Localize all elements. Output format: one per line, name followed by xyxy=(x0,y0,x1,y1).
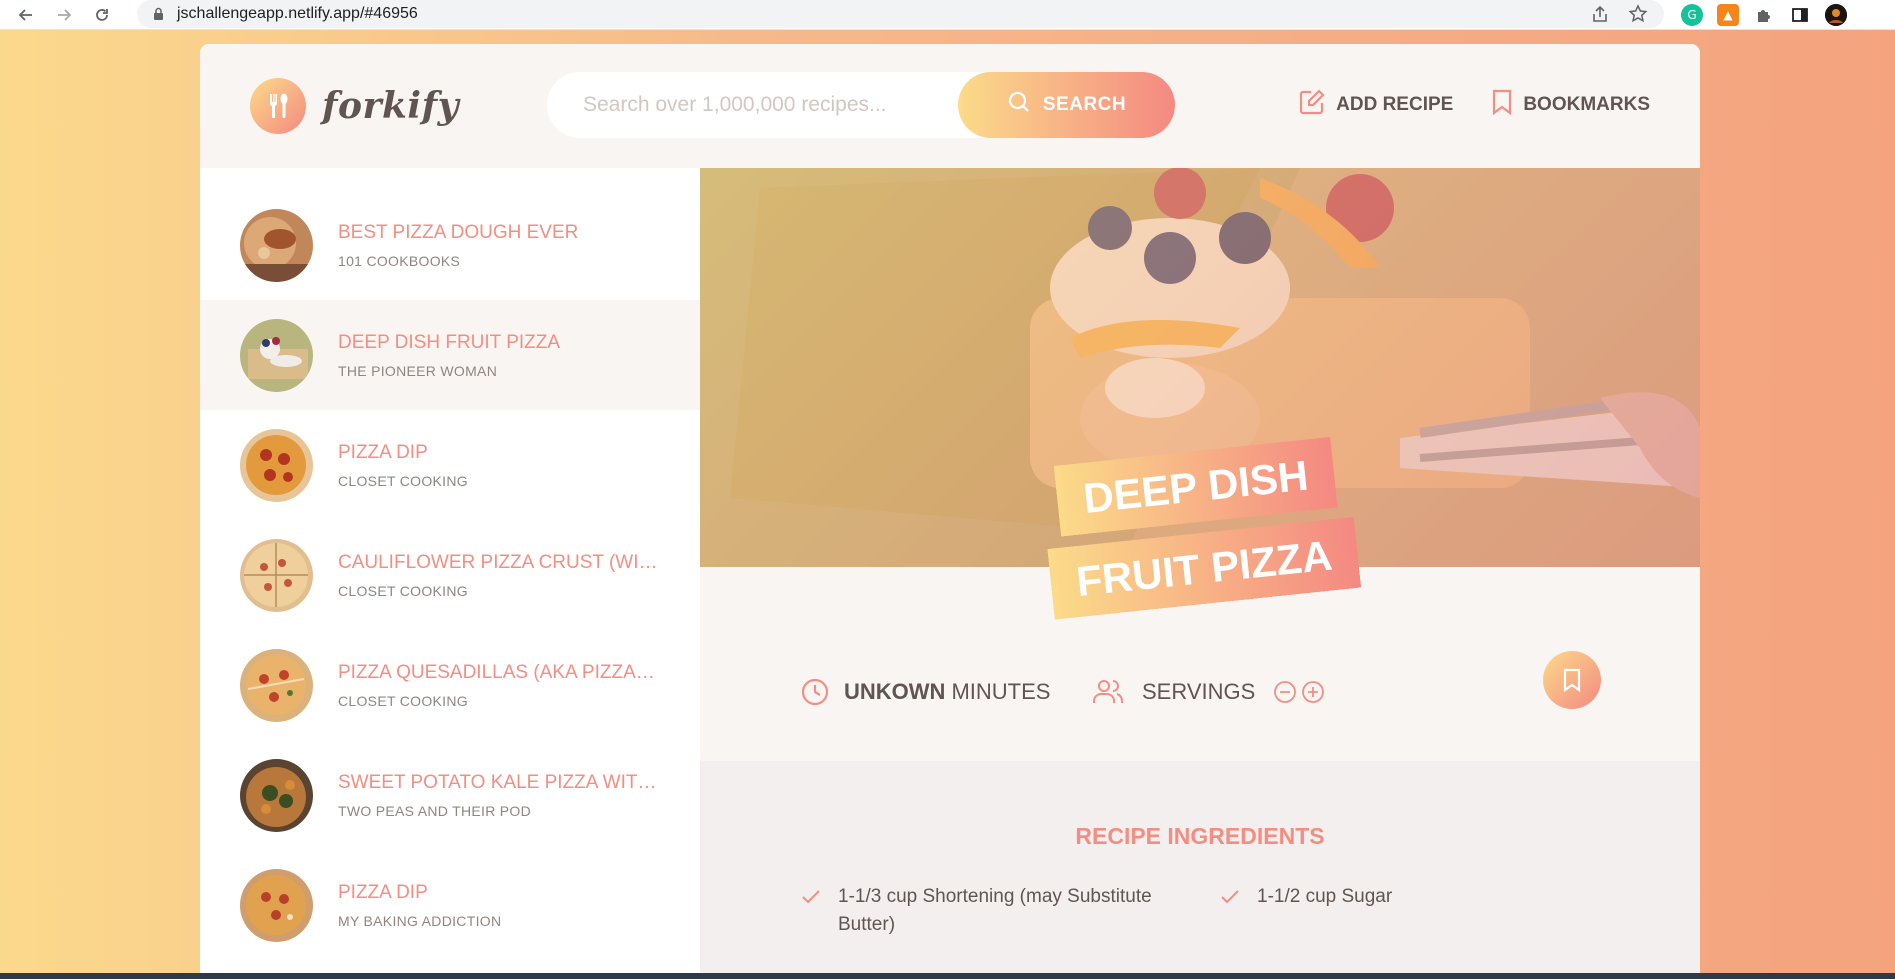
result-item-active[interactable]: DEEP DISH FRUIT PIZZA THE PIONEER WOMAN xyxy=(200,300,700,410)
add-recipe-button[interactable]: ADD RECIPE xyxy=(1298,88,1453,122)
recipe-thumbnail xyxy=(240,428,313,502)
increase-servings-button[interactable] xyxy=(1301,680,1325,704)
clock-icon xyxy=(800,677,830,707)
back-arrow-icon[interactable] xyxy=(14,3,38,27)
result-title: PIZZA DIP xyxy=(338,881,428,903)
search-results: BEST PIZZA DOUGH EVER 101 COOKBOOKS DEEP… xyxy=(200,168,700,979)
bookmarks-label: BOOKMARKS xyxy=(1523,94,1650,115)
bookmark-recipe-button[interactable] xyxy=(1543,651,1601,709)
servings-label: SERVINGS xyxy=(1142,679,1256,704)
recipe-thumbnail xyxy=(240,318,313,392)
decrease-servings-button[interactable] xyxy=(1273,680,1297,704)
ingredients-heading: RECIPE INGREDIENTS xyxy=(1075,823,1325,849)
result-item[interactable]: CAULIFLOWER PIZZA CRUST (WIT... CLOSET C… xyxy=(200,520,700,630)
result-title: SWEET POTATO KALE PIZZA WITH... xyxy=(338,771,658,793)
result-item[interactable]: PIZZA DIP CLOSET COOKING xyxy=(200,410,700,520)
check-icon xyxy=(800,886,822,908)
address-bar[interactable]: jschallengeapp.netlify.app/#46956 xyxy=(137,0,1664,28)
search-button[interactable]: SEARCH xyxy=(958,72,1175,138)
result-item[interactable]: SWEET POTATO KALE PIZZA WITH... TWO PEAS… xyxy=(200,740,700,850)
recipe-title: DEEP DISH FRUIT PIZZA xyxy=(1027,429,1372,627)
bookmark-icon xyxy=(1491,88,1513,122)
recipe-title-text: DEEP DISH FRUIT PIZZA xyxy=(1047,436,1362,620)
result-item[interactable]: PIZZA QUESADILLAS (AKA PIZZAD... CLOSET … xyxy=(200,630,700,740)
cooking-time: UNKOWN MINUTES xyxy=(800,677,1050,707)
result-title: PIZZA DIP xyxy=(338,441,428,463)
ingredient-item: 1-1/3 cup Shortening (may Substitute But… xyxy=(800,883,1178,939)
result-publisher: MY BAKING ADDICTION xyxy=(338,912,502,929)
recipe-thumbnail xyxy=(240,648,313,722)
star-icon[interactable] xyxy=(1628,4,1648,28)
result-publisher: 101 COOKBOOKS xyxy=(338,252,461,269)
fork-spoon-icon xyxy=(250,78,306,134)
result-title: DEEP DISH FRUIT PIZZA xyxy=(338,331,561,353)
time-unit: MINUTES xyxy=(951,679,1051,704)
ingredient-item: 1-1/2 cup Sugar xyxy=(1219,883,1392,911)
search-button-label: SEARCH xyxy=(1042,94,1127,115)
result-title: CAULIFLOWER PIZZA CRUST (WIT... xyxy=(338,551,658,573)
forkify-app: forkify SEARCH ADD RECIPE xyxy=(200,44,1700,979)
time-value: UNKOWN xyxy=(844,679,946,704)
logo-text: forkify xyxy=(322,85,459,127)
nav-links: ADD RECIPE BOOKMARKS xyxy=(1298,88,1650,122)
result-publisher: CLOSET COOKING xyxy=(338,582,468,599)
result-publisher: CLOSET COOKING xyxy=(338,692,468,709)
metamask-icon[interactable]: ▲ xyxy=(1717,4,1739,26)
result-title: PIZZA QUESADILLAS (AKA PIZZAD... xyxy=(338,661,658,683)
result-publisher: THE PIONEER WOMAN xyxy=(338,362,498,379)
lock-icon[interactable] xyxy=(153,7,165,21)
servings: SERVINGS xyxy=(1092,677,1325,707)
logo[interactable]: forkify xyxy=(250,78,459,134)
recipe-thumbnail xyxy=(240,758,313,832)
result-publisher: TWO PEAS AND THEIR POD xyxy=(338,802,532,819)
forward-arrow-icon[interactable] xyxy=(52,3,76,27)
recipe-thumbnail xyxy=(240,208,313,282)
grammarly-icon[interactable]: G xyxy=(1681,4,1703,26)
result-publisher: CLOSET COOKING xyxy=(338,472,468,489)
edit-icon xyxy=(1298,88,1326,122)
os-taskbar xyxy=(0,973,1895,979)
ingredient-text: 1-1/2 cup Sugar xyxy=(1257,886,1393,907)
result-item[interactable]: BEST PIZZA DOUGH EVER 101 COOKBOOKS xyxy=(200,190,700,300)
check-icon xyxy=(1219,886,1241,908)
recipe-thumbnail xyxy=(240,538,313,612)
url-text[interactable]: jschallengeapp.netlify.app/#46956 xyxy=(177,5,418,23)
search-form: SEARCH xyxy=(547,72,1175,138)
profile-avatar[interactable] xyxy=(1825,4,1847,26)
extensions-puzzle-icon[interactable] xyxy=(1753,4,1775,26)
search-icon xyxy=(1007,90,1031,120)
share-icon[interactable] xyxy=(1590,4,1610,28)
result-title: BEST PIZZA DOUGH EVER xyxy=(338,221,579,243)
recipe-thumbnail xyxy=(240,868,313,942)
search-input[interactable] xyxy=(583,93,943,117)
bookmark-icon xyxy=(1561,667,1583,693)
recipe-view: DEEP DISH FRUIT PIZZA UNKOWN MINUTES SER… xyxy=(700,168,1700,979)
browser-toolbar: jschallengeapp.netlify.app/#46956 G ▲ xyxy=(0,0,1895,30)
result-item[interactable]: PIZZA DIP MY BAKING ADDICTION xyxy=(200,850,700,960)
add-recipe-label: ADD RECIPE xyxy=(1336,94,1454,115)
reload-icon[interactable] xyxy=(90,3,114,27)
users-icon xyxy=(1092,677,1124,707)
bookmarks-button[interactable]: BOOKMARKS xyxy=(1491,88,1650,122)
app-header: forkify SEARCH ADD RECIPE xyxy=(200,44,1700,168)
recipe-ingredients: RECIPE INGREDIENTS 1-1/3 cup Shortening … xyxy=(700,761,1700,979)
ingredient-text: 1-1/3 cup Shortening (may Substitute But… xyxy=(838,886,1152,935)
side-panel-icon[interactable] xyxy=(1789,4,1811,26)
